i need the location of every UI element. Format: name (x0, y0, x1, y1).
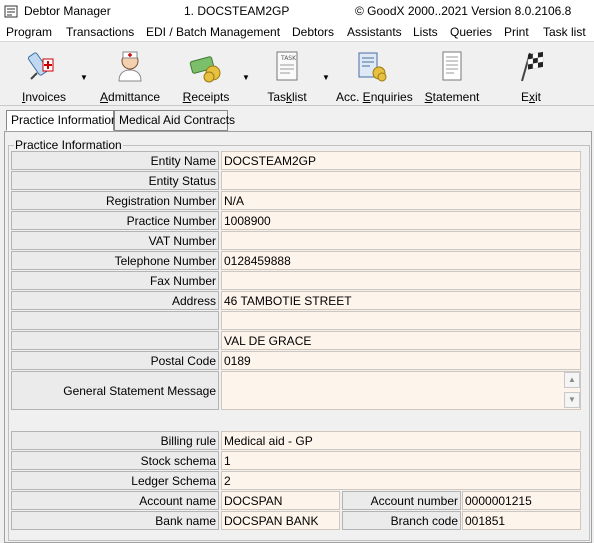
entity-name-label: Entity Name (11, 151, 219, 170)
version-text: © GoodX 2000..2021 Version 8.0.2106.8 (355, 4, 572, 18)
app-title: Debtor Manager (24, 4, 111, 18)
svg-text:TASK: TASK (280, 55, 297, 62)
tasklist-button[interactable]: TASK Tasklist (264, 49, 310, 104)
exit-button[interactable]: Exit (512, 49, 550, 104)
syringe-icon (27, 52, 54, 80)
scroll-up-button[interactable]: ▲ (564, 372, 580, 388)
registration-number-label: Registration Number (11, 191, 219, 210)
ledger-schema-field[interactable]: 2 (221, 471, 581, 490)
menu-assistants[interactable]: Assistants (347, 25, 402, 39)
statement-message-label: General Statement Message (11, 371, 219, 410)
statement-message-textarea[interactable] (221, 371, 581, 410)
statement-icon (442, 51, 462, 81)
vat-number-label: VAT Number (11, 231, 219, 250)
stock-schema-field[interactable]: 1 (221, 451, 581, 470)
document-title: 1. DOCSTEAM2GP (184, 4, 290, 18)
menu-transactions[interactable]: Transactions (66, 25, 134, 39)
toolbar: Invoices ▼ Admittance Receipts ▼ TASK Ta… (0, 43, 594, 106)
address-line3-field[interactable]: VAL DE GRACE (221, 331, 581, 350)
bank-name-label: Bank name (11, 511, 219, 530)
tab-practice-information[interactable]: Practice Information (6, 110, 118, 131)
registration-number-field[interactable]: N/A (221, 191, 581, 210)
account-name-label: Account name (11, 491, 219, 510)
exit-flag-icon (521, 51, 544, 82)
telephone-number-field[interactable]: 0128459888 (221, 251, 581, 270)
branch-code-field[interactable]: 001851 (462, 511, 581, 530)
tab-medical-aid-contracts[interactable]: Medical Aid Contracts (114, 110, 235, 131)
practice-number-label: Practice Number (11, 211, 219, 230)
title-bar: Debtor Manager 1. DOCSTEAM2GP © GoodX 20… (0, 0, 594, 22)
invoices-dropdown-arrow[interactable]: ▼ (80, 73, 88, 82)
telephone-number-label: Telephone Number (11, 251, 219, 270)
address-line3-label (11, 331, 219, 350)
acc-enquiries-button[interactable]: Acc. Enquiries (336, 49, 413, 104)
account-number-field[interactable]: 0000001215 (462, 491, 581, 510)
entity-status-label: Entity Status (11, 171, 219, 190)
billing-rule-field[interactable]: Medical aid - GP (221, 431, 581, 450)
account-name-field[interactable]: DOCSPAN (221, 491, 340, 510)
entity-name-field[interactable]: DOCSTEAM2GP (221, 151, 581, 170)
bank-name-field[interactable]: DOCSPAN BANK (221, 511, 340, 530)
tasklist-icon: TASK (276, 51, 298, 81)
postal-code-field[interactable]: 0189 (221, 351, 581, 370)
address-label: Address (11, 291, 219, 310)
menu-bar: Program Transactions EDI / Batch Managem… (0, 22, 594, 42)
menu-task-list[interactable]: Task list (543, 25, 586, 39)
branch-code-label: Branch code (342, 511, 461, 530)
money-icon (189, 56, 221, 83)
receipts-dropdown-arrow[interactable]: ▼ (242, 73, 250, 82)
menu-program[interactable]: Program (6, 25, 52, 39)
fax-number-field[interactable] (221, 271, 581, 290)
receipts-button[interactable]: Receipts (182, 49, 230, 104)
menu-print[interactable]: Print (504, 25, 529, 39)
fax-number-label: Fax Number (11, 271, 219, 290)
admittance-button[interactable]: Admittance (100, 49, 160, 104)
nurse-icon (118, 51, 142, 82)
menu-edi-batch[interactable]: EDI / Batch Management (146, 25, 280, 39)
menu-queries[interactable]: Queries (450, 25, 492, 39)
menu-lists[interactable]: Lists (413, 25, 438, 39)
account-number-label: Account number (342, 491, 461, 510)
stock-schema-label: Stock schema (11, 451, 219, 470)
statement-button[interactable]: Statement (424, 49, 480, 104)
address-line1-field[interactable]: 46 TAMBOTIE STREET (221, 291, 581, 310)
scroll-down-button[interactable]: ▼ (564, 392, 580, 408)
invoices-button[interactable]: Invoices (20, 49, 68, 104)
app-icon (4, 5, 18, 18)
vat-number-field[interactable] (221, 231, 581, 250)
practice-number-field[interactable]: 1008900 (221, 211, 581, 230)
tasklist-dropdown-arrow[interactable]: ▼ (322, 73, 330, 82)
ledger-schema-label: Ledger Schema (11, 471, 219, 490)
entity-status-field[interactable] (221, 171, 581, 190)
menu-debtors[interactable]: Debtors (292, 25, 334, 39)
address-line2-field[interactable] (221, 311, 581, 330)
address-line2-label (11, 311, 219, 330)
enquiries-icon (358, 52, 387, 82)
group-title: Practice Information (14, 138, 123, 152)
postal-code-label: Postal Code (11, 351, 219, 370)
billing-rule-label: Billing rule (11, 431, 219, 450)
